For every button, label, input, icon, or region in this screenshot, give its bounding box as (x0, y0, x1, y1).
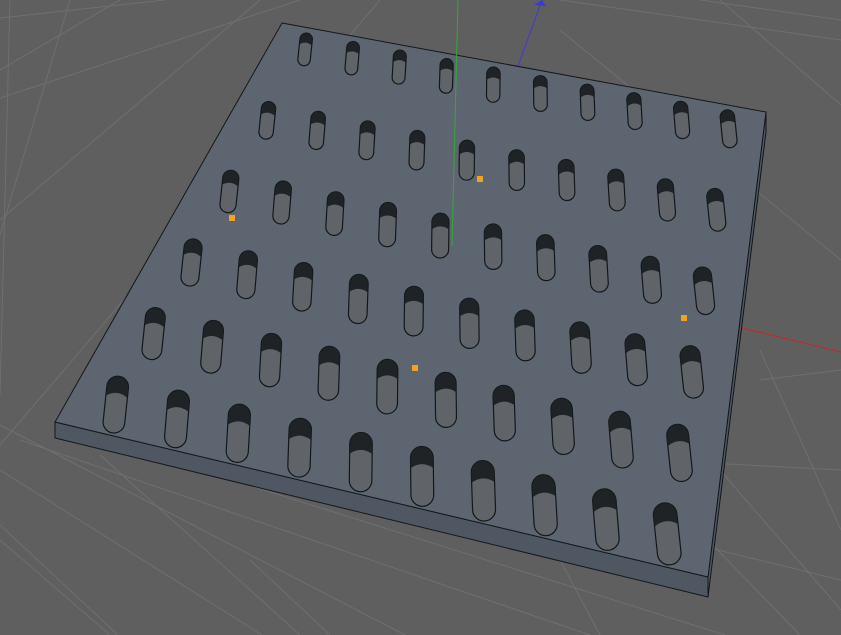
slot-hole (317, 345, 341, 401)
slot-hole (272, 180, 292, 225)
slot-hole (292, 261, 314, 312)
slot-hole (483, 223, 503, 270)
slot-hole (535, 234, 556, 282)
slot-hole (626, 92, 643, 131)
selection-handle[interactable] (229, 215, 235, 221)
slot-hole (459, 297, 480, 349)
slot-hole (431, 212, 450, 259)
slot-hole (200, 319, 225, 374)
slot-hole (588, 244, 609, 293)
slot-hole (492, 384, 516, 442)
grid-line (719, 0, 841, 106)
slot-hole (163, 389, 191, 449)
slot-hole (409, 445, 435, 507)
slot-hole (656, 178, 677, 222)
grid-line (0, 539, 111, 635)
slot-hole (672, 100, 691, 140)
grid-line (0, 524, 119, 635)
slot-hole (297, 32, 313, 67)
slot-hole (403, 285, 425, 337)
grid-line (0, 0, 11, 396)
slot-hole (592, 488, 620, 551)
3d-viewport[interactable]: perforated-plate (0, 0, 841, 635)
slot-hole (569, 321, 592, 374)
slot-hole (438, 58, 454, 94)
slot-hole (358, 120, 376, 161)
slot-hole (287, 417, 312, 478)
slot-hole (458, 139, 476, 181)
slot-hole (348, 431, 373, 493)
slot-hole (557, 158, 576, 202)
slot-hole (408, 129, 426, 171)
slot-hole (608, 410, 634, 469)
slot-hole (508, 149, 526, 191)
slot-hole (579, 83, 596, 122)
slot-hole (624, 333, 648, 387)
slot-hole (532, 75, 548, 112)
grid-line (559, 0, 841, 41)
selection-handle[interactable] (412, 365, 418, 371)
slot-hole (258, 332, 283, 388)
slot-hole (347, 273, 369, 325)
slot-hole (225, 403, 251, 463)
slot-hole (236, 250, 259, 300)
grid-line (759, 369, 841, 381)
grid-line (699, 0, 841, 21)
z-axis-arrowhead (534, 0, 546, 6)
grid-line (0, 469, 263, 635)
slot-hole (485, 66, 501, 103)
viewport-canvas[interactable] (0, 0, 841, 635)
slot-hole (378, 201, 398, 248)
slot-hole (308, 110, 327, 151)
slot-hole (470, 459, 497, 522)
grid-line (249, 559, 331, 635)
slot-hole (607, 168, 626, 212)
slot-hole (434, 371, 458, 429)
grid-line (759, 349, 841, 531)
slot-hole (640, 255, 663, 304)
selection-handle[interactable] (477, 176, 483, 182)
slot-hole (325, 191, 345, 236)
grid-line (559, 559, 601, 635)
grid-line (0, 0, 166, 19)
slot-hole (376, 358, 399, 415)
grid-line (719, 469, 841, 611)
slot-hole (531, 474, 558, 537)
z-axis-line (517, 0, 543, 67)
slot-hole (514, 309, 536, 362)
selection-handle[interactable] (681, 315, 687, 321)
slot-hole (550, 397, 575, 456)
grid-line (0, 0, 121, 71)
slot-hole (391, 49, 407, 85)
slot-hole (344, 40, 360, 76)
